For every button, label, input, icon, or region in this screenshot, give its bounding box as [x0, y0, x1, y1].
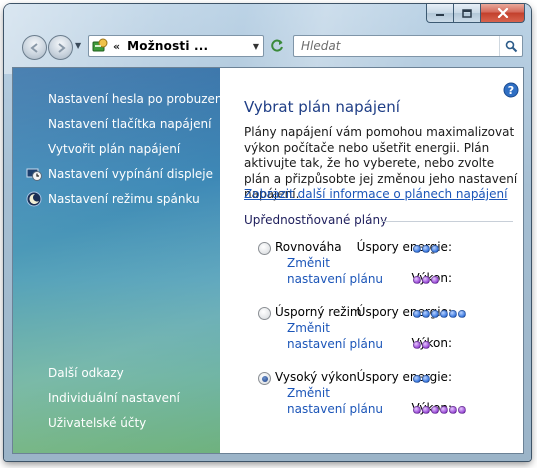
- preferred-plans-header: Upřednostňované plány: [244, 213, 388, 227]
- savings-dot: [458, 310, 466, 318]
- performance-dot: [440, 406, 448, 414]
- plan-power-saver: Úsporný režim Změnit nastavení plánu Úsp…: [258, 305, 518, 365]
- recent-pages-dropdown[interactable]: ▼: [75, 41, 81, 50]
- task-link-sleep-mode[interactable]: Nastavení režimu spánku: [48, 192, 200, 206]
- search-box[interactable]: Hledat: [293, 35, 523, 57]
- plan-radio[interactable]: [258, 307, 271, 320]
- address-dropdown[interactable]: ▼: [253, 42, 259, 51]
- more-info-link[interactable]: Zobrazit další informace o plánech napáj…: [244, 187, 507, 201]
- savings-dot: [449, 310, 457, 318]
- minimize-icon: [436, 14, 444, 16]
- savings-dot: [422, 310, 430, 318]
- performance-dot: [413, 406, 421, 414]
- breadcrumb-current[interactable]: Možnosti ...: [127, 39, 208, 53]
- moon-icon: [26, 191, 42, 207]
- performance-dots: [413, 276, 439, 284]
- search-button[interactable]: [499, 36, 522, 56]
- performance-dot: [431, 276, 439, 284]
- navigation-bar: ▼ « Možnosti ... ▼ Hledat: [4, 32, 531, 62]
- search-icon: [505, 40, 517, 52]
- maximize-icon: [462, 8, 472, 18]
- caption-buttons: [426, 4, 525, 24]
- performance-dot: [413, 341, 421, 349]
- savings-dot: [422, 375, 430, 383]
- maximize-button[interactable]: [454, 4, 481, 23]
- task-pane: Nastavení hesla po probuzení Nastavení t…: [13, 68, 226, 453]
- help-icon[interactable]: ?: [503, 82, 519, 98]
- savings-dot: [431, 310, 439, 318]
- plan-high-performance: Vysoký výkon Změnit nastavení plánu Úspo…: [258, 370, 518, 430]
- savings-dots: [413, 310, 466, 318]
- back-button[interactable]: [22, 35, 47, 60]
- arrow-left-icon: [29, 42, 38, 53]
- savings-label: Úspory energie:: [356, 370, 452, 384]
- refresh-icon: [271, 39, 283, 52]
- plan-radio[interactable]: [258, 242, 271, 255]
- performance-dot: [422, 406, 430, 414]
- minimize-button[interactable]: [426, 4, 454, 23]
- savings-dot: [440, 310, 448, 318]
- task-link-create-plan[interactable]: Vytvořit plán napájení: [48, 142, 180, 156]
- address-bar[interactable]: « Možnosti ... ▼: [88, 35, 264, 57]
- svg-text:?: ?: [508, 84, 514, 97]
- performance-dots: [413, 406, 466, 414]
- see-also-personalization[interactable]: Individuální nastavení: [48, 391, 180, 405]
- savings-dots: [413, 245, 439, 253]
- task-link-power-button[interactable]: Nastavení tlačítka napájení: [48, 117, 211, 131]
- forward-button[interactable]: [48, 35, 73, 60]
- refresh-button[interactable]: [266, 35, 288, 57]
- performance-dot: [431, 406, 439, 414]
- breadcrumb-overflow[interactable]: «: [113, 40, 120, 53]
- display-timer-icon: [26, 168, 42, 181]
- control-panel-icon: [92, 38, 108, 52]
- performance-dot: [449, 406, 457, 414]
- task-link-display-off[interactable]: Nastavení vypínání displeje: [48, 167, 213, 181]
- client-area: Nastavení hesla po probuzení Nastavení t…: [12, 67, 524, 454]
- performance-dot: [422, 341, 430, 349]
- plan-balanced: Rovnováha Změnit nastavení plánu Úspory …: [258, 240, 518, 300]
- savings-dot: [413, 310, 421, 318]
- close-button[interactable]: [481, 4, 525, 23]
- savings-dot: [422, 245, 430, 253]
- see-also-user-accounts[interactable]: Uživatelské účty: [48, 416, 146, 430]
- savings-dot: [431, 245, 439, 253]
- performance-dot: [458, 406, 466, 414]
- control-panel-window: ▼ « Možnosti ... ▼ Hledat Nastavení hesl…: [4, 4, 531, 461]
- performance-dots: [413, 341, 430, 349]
- section-divider: [381, 221, 513, 222]
- performance-label: Výkon:: [411, 336, 453, 350]
- arrow-right-icon: [57, 42, 66, 53]
- see-also-more-links[interactable]: Další odkazy: [48, 366, 124, 380]
- close-icon: [497, 8, 508, 18]
- savings-dots: [413, 375, 430, 383]
- task-link-wake-password[interactable]: Nastavení hesla po probuzení: [48, 92, 226, 106]
- performance-dot: [422, 276, 430, 284]
- main-content: ? Vybrat plán napájení Plány napájení vá…: [220, 68, 523, 453]
- plan-name[interactable]: Rovnováha: [275, 240, 342, 254]
- performance-dot: [413, 276, 421, 284]
- search-input[interactable]: Hledat: [301, 39, 340, 53]
- plan-radio[interactable]: [258, 372, 271, 385]
- page-title: Vybrat plán napájení: [244, 98, 400, 116]
- savings-dot: [413, 375, 421, 383]
- savings-dot: [413, 245, 421, 253]
